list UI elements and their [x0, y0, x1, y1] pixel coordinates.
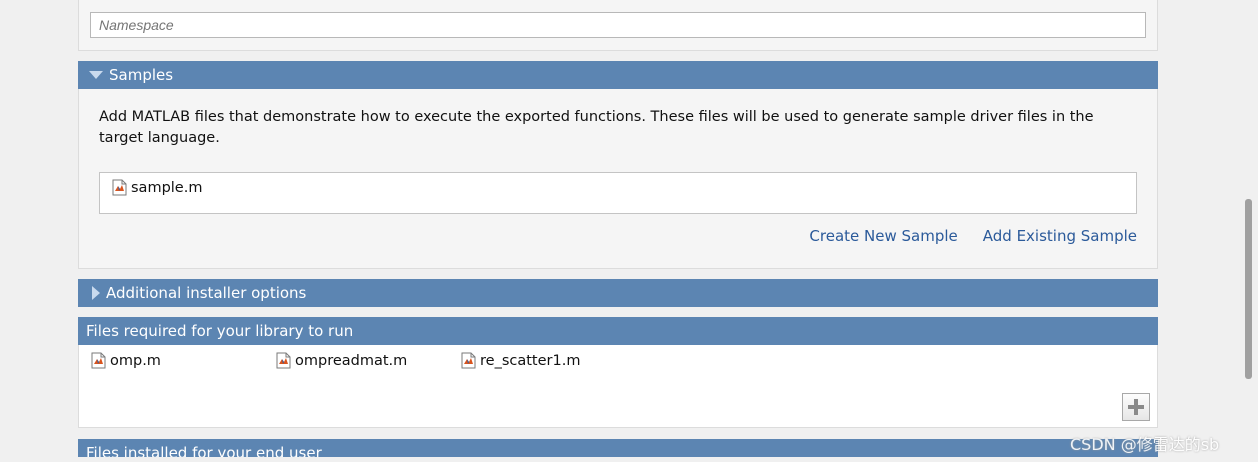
installed-files-header: Files installed for your end user	[78, 439, 1158, 457]
matlab-file-icon	[276, 352, 291, 369]
sample-links: Create New Sample Add Existing Sample	[809, 227, 1137, 245]
expand-triangle-icon	[92, 286, 100, 300]
samples-panel: Add MATLAB files that demonstrate how to…	[78, 89, 1158, 269]
required-file-name: omp.m	[110, 352, 161, 369]
namespace-input[interactable]	[90, 12, 1146, 38]
create-new-sample-link[interactable]: Create New Sample	[809, 227, 957, 245]
required-file-item[interactable]: re_scatter1.m	[461, 352, 580, 369]
installer-options-title: Additional installer options	[106, 284, 307, 302]
add-existing-sample-link[interactable]: Add Existing Sample	[983, 227, 1137, 245]
required-files-title: Files required for your library to run	[86, 322, 354, 340]
required-file-item[interactable]: ompreadmat.m	[276, 352, 407, 369]
sample-file-item[interactable]: sample.m	[112, 179, 202, 196]
installed-files-title: Files installed for your end user	[86, 444, 322, 457]
required-file-item[interactable]: omp.m	[91, 352, 161, 369]
sample-file-name: sample.m	[131, 179, 203, 196]
collapse-triangle-icon	[89, 71, 103, 79]
samples-title: Samples	[109, 66, 174, 84]
scrollbar-thumb[interactable]	[1245, 199, 1252, 379]
matlab-file-icon	[91, 352, 106, 369]
required-file-name: ompreadmat.m	[295, 352, 408, 369]
watermark-text: CSDN @修雷达的sb	[1070, 435, 1220, 454]
samples-section-header[interactable]: Samples	[78, 61, 1158, 89]
add-file-button[interactable]	[1122, 393, 1150, 421]
namespace-panel	[78, 0, 1158, 51]
matlab-file-icon	[112, 179, 127, 196]
required-files-header: Files required for your library to run	[78, 317, 1158, 345]
installer-options-header[interactable]: Additional installer options	[78, 279, 1158, 307]
matlab-file-icon	[461, 352, 476, 369]
samples-description: Add MATLAB files that demonstrate how to…	[99, 109, 1094, 146]
required-file-name: re_scatter1.m	[480, 352, 581, 369]
required-files-panel: omp.m ompreadmat.m re_scatter1.m	[78, 345, 1158, 428]
plus-icon	[1128, 399, 1144, 415]
samples-file-list[interactable]: sample.m	[99, 172, 1137, 214]
